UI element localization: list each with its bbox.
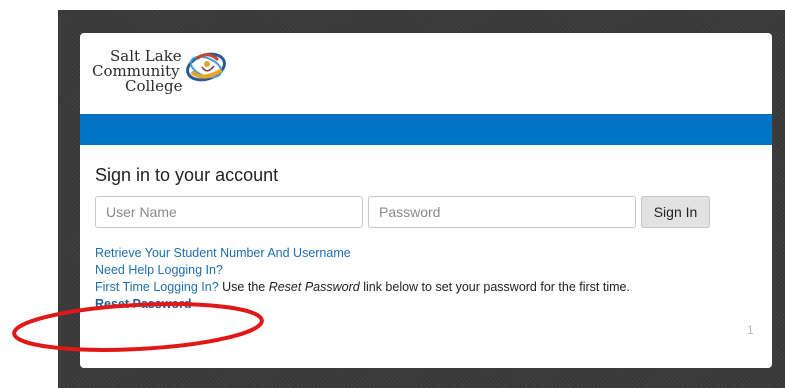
first-time-link[interactable]: First Time Logging In? xyxy=(95,280,219,294)
need-help-row: Need Help Logging In? xyxy=(95,262,630,279)
username-input[interactable] xyxy=(95,196,363,228)
help-links: Retrieve Your Student Number And Usernam… xyxy=(95,245,630,313)
sign-in-button[interactable]: Sign In xyxy=(641,196,710,228)
header-blue-bar xyxy=(80,114,772,145)
reset-row: Reset Password xyxy=(95,296,630,313)
first-time-text-emphasis: Reset Password xyxy=(268,280,360,294)
login-card: Salt Lake Community College Sign in to y… xyxy=(80,33,772,368)
college-emblem-icon xyxy=(186,52,226,82)
password-input[interactable] xyxy=(368,196,636,228)
retrieve-row: Retrieve Your Student Number And Usernam… xyxy=(95,245,630,262)
screenshot-stage: Salt Lake Community College Sign in to y… xyxy=(0,0,785,388)
first-time-row: First Time Logging In? Use the Reset Pas… xyxy=(95,279,630,296)
first-time-text-post: link below to set your password for the … xyxy=(359,280,630,294)
retrieve-student-number-link[interactable]: Retrieve Your Student Number And Usernam… xyxy=(95,246,351,260)
need-help-link[interactable]: Need Help Logging In? xyxy=(95,263,223,277)
reset-password-link[interactable]: Reset Password xyxy=(95,297,192,311)
first-time-text-pre: Use the xyxy=(218,280,269,294)
page-number: 1 xyxy=(747,323,754,337)
logo-text-line-3: College xyxy=(125,77,183,95)
college-logo[interactable]: Salt Lake Community College xyxy=(92,45,242,107)
sign-in-heading: Sign in to your account xyxy=(95,165,279,185)
